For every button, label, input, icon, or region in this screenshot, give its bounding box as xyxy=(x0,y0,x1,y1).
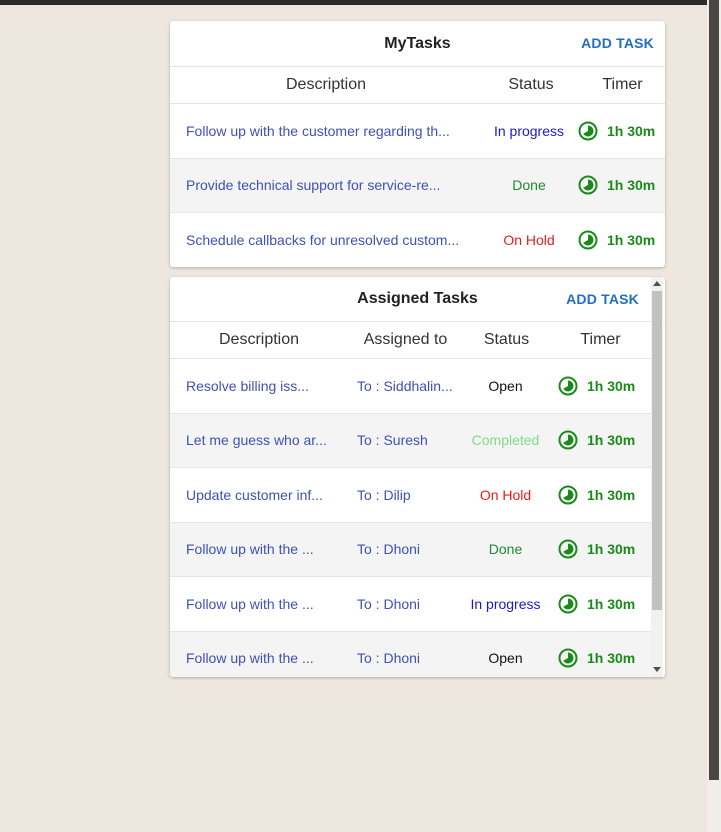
assigned-add-task-button[interactable]: ADD TASK xyxy=(566,291,639,307)
task-description[interactable]: Update customer inf... xyxy=(170,487,346,503)
task-assignee[interactable]: To : Dhoni xyxy=(346,541,463,557)
task-status: In progress xyxy=(470,595,541,612)
timer-value: 1h 30m xyxy=(607,231,656,248)
mytasks-table-body: Follow up with the customer regarding th… xyxy=(170,104,665,267)
timer-value: 1h 30m xyxy=(587,541,636,558)
clock-icon xyxy=(558,648,578,668)
task-timer: 1h 30m xyxy=(548,376,649,396)
column-header-assigned-to: Assigned to xyxy=(363,331,448,348)
timer-value: 1h 30m xyxy=(587,650,636,667)
scroll-up-arrow-icon[interactable] xyxy=(653,281,661,286)
column-header-description: Description xyxy=(285,76,367,93)
timer-value: 1h 30m xyxy=(587,377,636,394)
task-assignee[interactable]: To : Dhoni xyxy=(346,596,463,612)
task-description[interactable]: Follow up with the customer regarding th… xyxy=(170,123,480,139)
task-timer: 1h 30m xyxy=(578,230,663,250)
column-header-status: Status xyxy=(483,331,530,348)
clock-icon xyxy=(578,175,598,195)
mytasks-title: MyTasks xyxy=(384,34,451,52)
timer-value: 1h 30m xyxy=(587,595,636,612)
clock-icon xyxy=(558,430,578,450)
assigned-table-body: Resolve billing iss... To : Siddhalin... O… xyxy=(170,359,651,677)
task-assignee[interactable]: To : Suresh xyxy=(346,432,463,448)
task-timer: 1h 30m xyxy=(548,594,649,614)
table-row[interactable]: Provide technical support for service-re… xyxy=(170,158,665,213)
task-status: Done xyxy=(488,541,523,558)
mytasks-header: MyTasks ADD TASK xyxy=(170,21,665,67)
table-row[interactable]: Update customer inf... To : Dilip On Hold 1… xyxy=(170,468,651,523)
task-status: On Hold xyxy=(503,231,555,248)
window-top-bar xyxy=(0,0,707,5)
task-timer: 1h 30m xyxy=(578,121,663,141)
task-description[interactable]: Follow up with the ... xyxy=(170,596,346,612)
timer-value: 1h 30m xyxy=(587,432,636,449)
scroll-down-arrow-icon[interactable] xyxy=(653,667,661,672)
task-timer: 1h 30m xyxy=(548,539,649,559)
task-status: Completed xyxy=(471,432,540,449)
column-header-timer: Timer xyxy=(580,331,621,348)
table-row[interactable]: Schedule callbacks for unresolved custom… xyxy=(170,213,665,267)
task-status: In progress xyxy=(493,122,565,139)
column-header-description: Description xyxy=(218,331,300,348)
task-timer: 1h 30m xyxy=(548,485,649,505)
task-status: Open xyxy=(488,650,523,667)
page-scrollbar[interactable] xyxy=(707,0,721,832)
task-assignee[interactable]: To : Dilip xyxy=(346,487,463,503)
table-row[interactable]: Follow up with the ... To : Dhoni In progr… xyxy=(170,577,651,632)
table-row[interactable]: Let me guess who ar... To : Suresh Complet… xyxy=(170,413,651,468)
mytasks-table-header: Description Status Timer xyxy=(170,67,665,104)
timer-value: 1h 30m xyxy=(607,122,656,139)
task-timer: 1h 30m xyxy=(548,648,649,668)
task-timer: 1h 30m xyxy=(578,175,663,195)
assigned-scrollbar[interactable] xyxy=(651,277,663,677)
mytasks-card: MyTasks ADD TASK Description Status Time… xyxy=(170,21,665,267)
task-status: On Hold xyxy=(479,486,532,503)
assigned-tasks-title: Assigned Tasks xyxy=(357,290,478,307)
table-row[interactable]: Resolve billing iss... To : Siddhalin... O… xyxy=(170,359,651,414)
task-description[interactable]: Follow up with the ... xyxy=(170,650,346,666)
task-description[interactable]: Schedule callbacks for unresolved custom… xyxy=(170,232,480,248)
clock-icon xyxy=(558,594,578,614)
clock-icon xyxy=(558,485,578,505)
clock-icon xyxy=(578,230,598,250)
task-status: Done xyxy=(512,177,546,194)
column-header-timer: Timer xyxy=(602,76,643,93)
clock-icon xyxy=(558,376,578,396)
assigned-tasks-header: Assigned Tasks ADD TASK xyxy=(170,277,665,322)
task-description[interactable]: Resolve billing iss... xyxy=(170,378,346,394)
page-scrollbar-thumb[interactable] xyxy=(709,0,719,780)
clock-icon xyxy=(558,539,578,559)
task-timer: 1h 30m xyxy=(548,430,649,450)
assigned-tasks-table: Description Assigned to Status Timer Res… xyxy=(170,322,651,677)
mytasks-add-task-button[interactable]: ADD TASK xyxy=(581,35,654,51)
timer-value: 1h 30m xyxy=(587,486,636,503)
task-description[interactable]: Let me guess who ar... xyxy=(170,432,346,448)
timer-value: 1h 30m xyxy=(607,177,656,194)
table-row[interactable]: Follow up with the ... To : Dhoni Open 1h 3… xyxy=(170,631,651,677)
assigned-table-header: Description Assigned to Status Timer xyxy=(170,322,651,359)
task-assignee[interactable]: To : Siddhalin... xyxy=(346,378,463,394)
scrollbar-thumb[interactable] xyxy=(652,291,662,610)
task-assignee[interactable]: To : Dhoni xyxy=(346,650,463,666)
task-status: Open xyxy=(488,377,523,394)
table-row[interactable]: Follow up with the customer regarding th… xyxy=(170,104,665,159)
column-header-status: Status xyxy=(508,76,554,93)
task-description[interactable]: Follow up with the ... xyxy=(170,541,346,557)
clock-icon xyxy=(578,121,598,141)
task-description[interactable]: Provide technical support for service-re… xyxy=(170,177,480,193)
table-row[interactable]: Follow up with the ... To : Dhoni Done 1h 3… xyxy=(170,522,651,577)
assigned-tasks-card: Assigned Tasks ADD TASK Description Assi… xyxy=(170,277,665,677)
